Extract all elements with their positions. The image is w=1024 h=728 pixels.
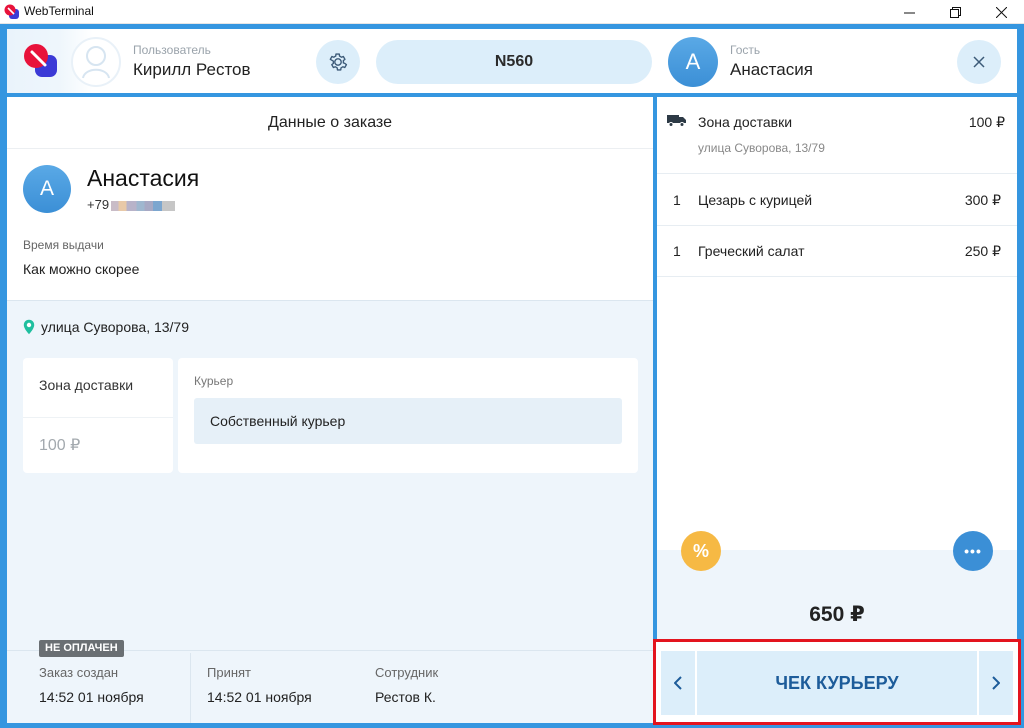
chevron-left-icon — [674, 676, 682, 690]
cart-panel: Зона доставки 100 ₽ улица Суворова, 13/7… — [657, 97, 1017, 640]
delivery-price: 100 ₽ — [968, 114, 1005, 130]
zone-price: 100 ₽ — [39, 437, 81, 454]
close-order-button[interactable] — [957, 40, 1001, 84]
delivery-name: Зона доставки — [698, 114, 793, 130]
phone-prefix: +79 — [87, 197, 110, 212]
minimize-icon — [903, 12, 915, 13]
app-logo-icon — [4, 4, 19, 19]
window-titlebar: WebTerminal — [0, 0, 1024, 24]
customer-avatar: А — [23, 165, 71, 213]
delivery-address[interactable]: улица Суворова, 13/79 — [23, 319, 189, 335]
zone-label: Зона доставки — [39, 377, 134, 393]
customer-phone: +79 — [87, 197, 176, 212]
accepted-value: 14:52 01 ноября — [207, 689, 312, 705]
restore-button[interactable] — [932, 0, 978, 24]
pickup-time-label: Время выдачи — [23, 238, 104, 252]
divider — [190, 653, 191, 723]
item-name: Греческий салат — [698, 243, 805, 259]
order-number-button[interactable]: N560 — [376, 40, 652, 84]
item-qty: 1 — [673, 192, 681, 208]
payment-status-badge: НЕ ОПЛАЧЕН — [39, 640, 124, 657]
map-pin-icon — [23, 319, 35, 335]
created-info: Заказ создан 14:52 01 ноября — [39, 665, 144, 705]
top-header: Пользователь Кирилл Рестов N560 А Гость … — [7, 29, 1017, 93]
item-qty: 1 — [673, 243, 681, 259]
accepted-label: Принят — [207, 665, 252, 680]
user-placeholder-icon — [82, 46, 110, 79]
gear-icon — [329, 53, 348, 71]
courier-check-button[interactable]: ЧЕК КУРЬЕРУ — [697, 651, 977, 715]
delivery-address-small: улица Суворова, 13/79 — [698, 141, 825, 155]
close-window-icon — [995, 6, 1007, 18]
customer-name: Анастасия — [87, 165, 200, 191]
prev-action-button[interactable] — [661, 651, 695, 715]
order-details-panel: Данные о заказе А Анастасия +79 Время вы… — [7, 97, 653, 723]
discount-button[interactable]: % — [681, 531, 721, 571]
customer-section: Данные о заказе А Анастасия +79 Время вы… — [7, 97, 653, 301]
minimize-button[interactable] — [886, 0, 932, 24]
user-label: Пользователь — [133, 43, 211, 57]
item-name: Цезарь с курицей — [698, 192, 813, 208]
more-button[interactable]: ••• — [953, 531, 993, 571]
window-title: WebTerminal — [24, 4, 94, 18]
delivery-line[interactable]: Зона доставки 100 ₽ улица Суворова, 13/7… — [657, 97, 1017, 174]
created-label: Заказ создан — [39, 665, 119, 680]
order-total: 650 ₽ — [809, 603, 865, 626]
guest-avatar[interactable]: А — [668, 37, 718, 87]
created-value: 14:52 01 ноября — [39, 689, 144, 705]
user-name: Кирилл Рестов — [133, 60, 251, 79]
percent-icon: % — [692, 540, 709, 561]
courier-select[interactable]: Собственный курьер — [194, 398, 622, 444]
app-frame: Пользователь Кирилл Рестов N560 А Гость … — [0, 24, 1024, 728]
close-icon — [973, 56, 985, 68]
courier-label: Курьер — [194, 374, 234, 388]
cart-item[interactable]: 1 Греческий салат 250 ₽ — [657, 226, 1017, 277]
accepted-info: Принят 14:52 01 ноября — [207, 665, 312, 705]
courier-card: Курьер Собственный курьер — [178, 358, 638, 473]
panel-title: Данные о заказе — [7, 97, 653, 149]
employee-value: Рестов К. — [375, 689, 436, 705]
app-logo-icon — [24, 44, 57, 77]
chevron-right-icon — [992, 676, 1000, 690]
more-icon: ••• — [964, 543, 982, 559]
settings-button[interactable] — [316, 40, 360, 84]
delivery-zone-card[interactable]: Зона доставки 100 ₽ — [23, 358, 173, 473]
next-action-button[interactable] — [979, 651, 1013, 715]
pickup-time-value[interactable]: Как можно скорее — [23, 261, 139, 277]
guest-name: Анастасия — [730, 60, 813, 79]
guest-label: Гость — [730, 43, 761, 57]
address-text: улица Суворова, 13/79 — [41, 319, 190, 335]
action-bar-highlight: ЧЕК КУРЬЕРУ — [653, 639, 1021, 725]
close-window-button[interactable] — [978, 0, 1024, 24]
divider — [23, 417, 173, 418]
phone-redacted — [111, 200, 176, 211]
item-price: 300 ₽ — [964, 192, 1001, 208]
truck-icon — [667, 115, 686, 127]
item-price: 250 ₽ — [964, 243, 1001, 259]
employee-label: Сотрудник — [375, 665, 439, 680]
cart-item[interactable]: 1 Цезарь с курицей 300 ₽ — [657, 175, 1017, 226]
user-avatar[interactable] — [71, 37, 121, 87]
restore-icon — [949, 6, 961, 18]
employee-info: Сотрудник Рестов К. — [375, 665, 438, 705]
